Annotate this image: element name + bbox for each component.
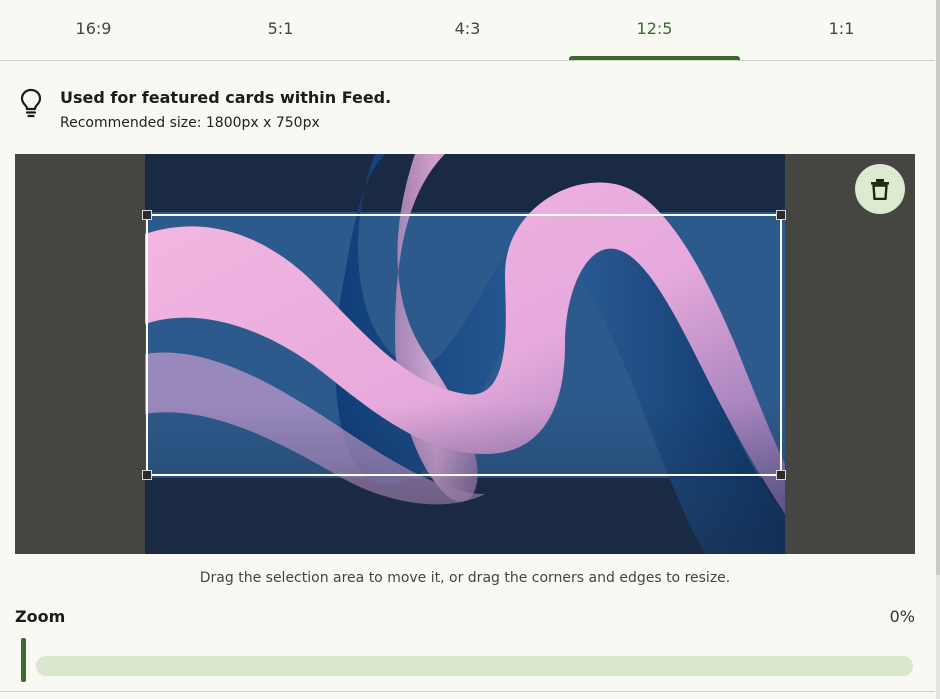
usage-tip: Used for featured cards within Feed. Rec… bbox=[18, 86, 391, 131]
tab-label: 4:3 bbox=[454, 19, 481, 38]
zoom-label: Zoom bbox=[15, 607, 66, 626]
crop-instructions: Drag the selection area to move it, or d… bbox=[199, 570, 731, 586]
zoom-slider-thumb[interactable] bbox=[21, 638, 26, 682]
tab-4-3[interactable]: 4:3 bbox=[374, 0, 561, 60]
resize-handle-top-left[interactable] bbox=[142, 210, 152, 220]
tab-12-5[interactable]: 12:5 bbox=[561, 0, 748, 60]
crop-selection[interactable] bbox=[142, 210, 786, 480]
trash-icon bbox=[871, 179, 889, 200]
delete-image-button[interactable] bbox=[855, 164, 905, 214]
tab-1-1[interactable]: 1:1 bbox=[748, 0, 935, 60]
tab-label: 16:9 bbox=[75, 19, 112, 38]
zoom-slider-track[interactable] bbox=[36, 656, 913, 676]
tab-label: 12:5 bbox=[636, 19, 673, 38]
zoom-slider[interactable] bbox=[21, 638, 915, 682]
resize-handle-bottom-left[interactable] bbox=[142, 470, 152, 480]
zoom-value: 0% bbox=[889, 607, 915, 626]
tip-subtitle: Recommended size: 1800px x 750px bbox=[60, 115, 320, 131]
tab-16-9[interactable]: 16:9 bbox=[0, 0, 187, 60]
aspect-ratio-tabs: 16:9 5:1 4:3 12:5 1:1 bbox=[0, 0, 935, 61]
resize-handle-top-right[interactable] bbox=[776, 210, 786, 220]
lightbulb-icon bbox=[20, 88, 42, 118]
divider bbox=[0, 691, 935, 692]
resize-handle-bottom-right[interactable] bbox=[776, 470, 786, 480]
scrollbar-thumb[interactable] bbox=[936, 0, 940, 575]
tab-label: 5:1 bbox=[267, 19, 294, 38]
tab-label: 1:1 bbox=[828, 19, 855, 38]
crop-stage bbox=[15, 154, 915, 554]
tip-title: Used for featured cards within Feed. bbox=[60, 88, 392, 107]
tip-text: Used for featured cards within Feed. Rec… bbox=[60, 86, 391, 131]
active-tab-indicator bbox=[569, 56, 740, 60]
tab-5-1[interactable]: 5:1 bbox=[187, 0, 374, 60]
